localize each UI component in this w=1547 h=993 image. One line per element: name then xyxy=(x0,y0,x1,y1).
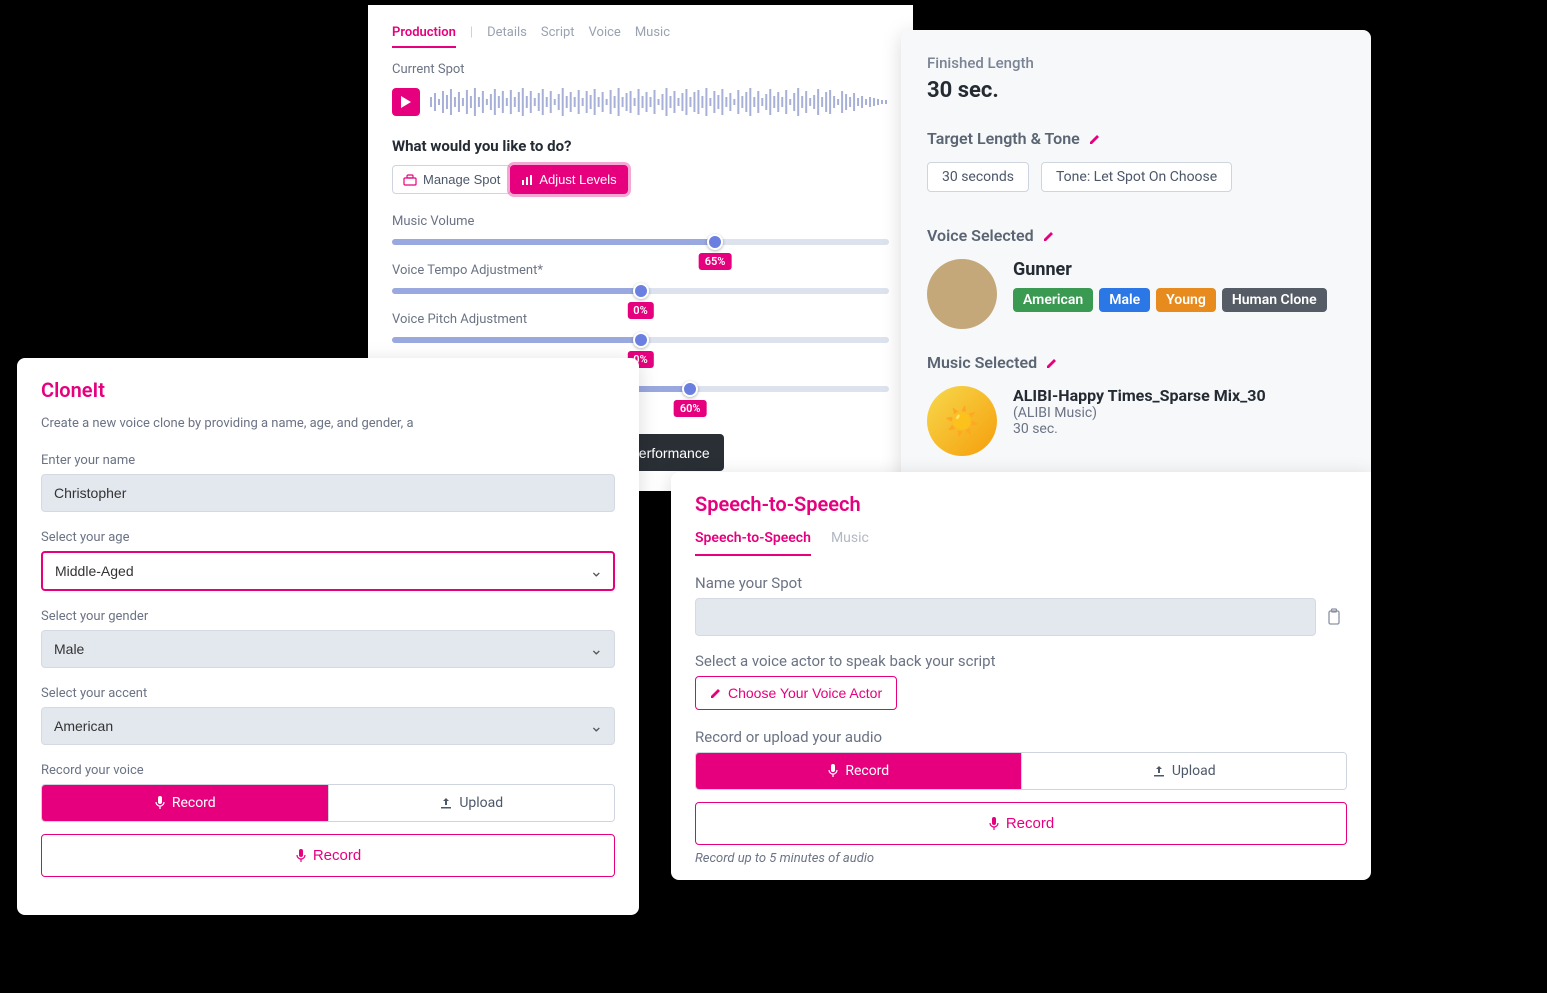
tab-details[interactable]: Details xyxy=(487,25,527,48)
manage-spot-label: Manage Spot xyxy=(423,172,500,187)
speech-upload-toggle[interactable]: Upload xyxy=(1021,753,1347,789)
speech-record-upload-toggle: Record Upload xyxy=(695,752,1347,790)
pencil-icon xyxy=(1088,132,1102,146)
name-spot-label: Name your Spot xyxy=(695,574,1347,592)
target-length-chip[interactable]: 30 seconds xyxy=(927,162,1029,192)
age-select[interactable]: Middle-Aged xyxy=(41,551,615,591)
microphone-icon xyxy=(295,849,307,863)
upload-icon xyxy=(439,797,453,809)
edit-voice-button[interactable] xyxy=(1042,229,1056,243)
music-length: 30 sec. xyxy=(1013,421,1266,437)
target-length-heading: Target Length & Tone xyxy=(927,129,1345,148)
manage-spot-button[interactable]: Manage Spot xyxy=(392,165,511,194)
adjust-levels-button[interactable]: Adjust Levels xyxy=(510,165,627,194)
speech-record-toggle[interactable]: Record xyxy=(696,753,1021,789)
tab-script[interactable]: Script xyxy=(541,25,575,48)
tab-voice[interactable]: Voice xyxy=(589,25,621,48)
gender-label: Select your gender xyxy=(41,609,615,624)
record-voice-label: Record your voice xyxy=(41,763,615,778)
upload-toggle-button[interactable]: Upload xyxy=(328,785,615,821)
what-to-do-heading: What would you like to do? xyxy=(392,137,889,155)
speech-title: Speech-to-Speech xyxy=(695,492,1347,516)
cloneit-title: CloneIt xyxy=(41,378,615,402)
voice-tags: American Male Young Human Clone xyxy=(1013,288,1327,312)
voice-expr-badge: 60% xyxy=(674,400,707,417)
tag-human-clone: Human Clone xyxy=(1222,288,1327,312)
speech-tabs: Speech-to-Speech Music xyxy=(695,530,1347,556)
music-artwork: ☀️ xyxy=(927,386,997,456)
clipboard-button[interactable] xyxy=(1326,598,1347,626)
accent-select[interactable]: American xyxy=(41,707,615,745)
play-icon xyxy=(401,96,411,108)
pencil-icon xyxy=(710,687,722,699)
upload-icon xyxy=(1152,765,1166,777)
pencil-icon xyxy=(1042,229,1056,243)
cloneit-panel: CloneIt Create a new voice clone by prov… xyxy=(17,358,639,915)
tag-male: Male xyxy=(1099,288,1150,312)
tab-music[interactable]: Music xyxy=(635,25,670,48)
voice-tempo-slider[interactable]: Voice Tempo Adjustment* 0% xyxy=(392,263,889,294)
music-selected-row: ☀️ ALIBI-Happy Times_Sparse Mix_30 (ALIB… xyxy=(927,386,1345,456)
microphone-icon xyxy=(154,796,166,810)
record-upload-toggle: Record Upload xyxy=(41,784,615,822)
play-button[interactable] xyxy=(392,88,420,116)
voice-selected-heading: Voice Selected xyxy=(927,226,1345,245)
cloneit-description: Create a new voice clone by providing a … xyxy=(41,416,615,431)
music-name: ALIBI-Happy Times_Sparse Mix_30 xyxy=(1013,386,1266,405)
bars-icon xyxy=(521,174,533,186)
current-spot-label: Current Spot xyxy=(392,62,889,77)
speech-panel: Speech-to-Speech Speech-to-Speech Music … xyxy=(671,472,1371,880)
edit-target-button[interactable] xyxy=(1088,132,1102,146)
voice-selected-row: Gunner American Male Young Human Clone xyxy=(927,259,1345,329)
tag-american: American xyxy=(1013,288,1093,312)
finished-length-label: Finished Length xyxy=(927,54,1345,72)
tab-speech-to-speech[interactable]: Speech-to-Speech xyxy=(695,530,811,556)
accent-label: Select your accent xyxy=(41,686,615,701)
target-tone-chip[interactable]: Tone: Let Spot On Choose xyxy=(1041,162,1232,192)
finished-length-value: 30 sec. xyxy=(927,78,1345,103)
speech-record-button[interactable]: Record xyxy=(695,802,1347,845)
music-volume-slider[interactable]: Music Volume 65% xyxy=(392,214,889,245)
music-selected-heading: Music Selected xyxy=(927,353,1345,372)
music-volume-label: Music Volume xyxy=(392,214,889,229)
music-artist: (ALIBI Music) xyxy=(1013,405,1266,421)
name-input[interactable] xyxy=(41,474,615,512)
select-actor-label: Select a voice actor to speak back your … xyxy=(695,652,1347,670)
tab-production[interactable]: Production xyxy=(392,25,456,48)
name-spot-input[interactable] xyxy=(695,598,1316,636)
adjust-levels-label: Adjust Levels xyxy=(539,172,616,187)
record-toggle-button[interactable]: Record xyxy=(42,785,328,821)
record-upload-label: Record or upload your audio xyxy=(695,728,1347,746)
voice-tempo-badge: 0% xyxy=(627,302,653,319)
microphone-icon xyxy=(988,817,1000,831)
choose-voice-actor-button[interactable]: Choose Your Voice Actor xyxy=(695,676,897,710)
tag-young: Young xyxy=(1156,288,1216,312)
voice-tempo-label: Voice Tempo Adjustment* xyxy=(392,263,889,278)
music-volume-badge: 65% xyxy=(699,253,732,270)
name-label: Enter your name xyxy=(41,453,615,468)
voice-avatar xyxy=(927,259,997,329)
tab-divider: | xyxy=(470,25,473,48)
clipboard-icon xyxy=(1326,608,1342,626)
age-label: Select your age xyxy=(41,530,615,545)
voice-name: Gunner xyxy=(1013,259,1327,280)
record-hint: Record up to 5 minutes of audio xyxy=(695,851,1347,866)
gender-select[interactable]: Male xyxy=(41,630,615,668)
pencil-icon xyxy=(1045,356,1059,370)
production-tabs: Production | Details Script Voice Music xyxy=(392,25,889,48)
waveform[interactable] xyxy=(430,85,889,119)
toolbox-icon xyxy=(403,174,417,186)
waveform-row xyxy=(392,85,889,119)
tab-speech-music[interactable]: Music xyxy=(831,530,869,556)
record-button[interactable]: Record xyxy=(41,834,615,877)
mode-buttons: Manage Spot Adjust Levels xyxy=(392,165,889,194)
edit-music-button[interactable] xyxy=(1045,356,1059,370)
microphone-icon xyxy=(827,764,839,778)
summary-panel: Finished Length 30 sec. Target Length & … xyxy=(901,30,1371,504)
